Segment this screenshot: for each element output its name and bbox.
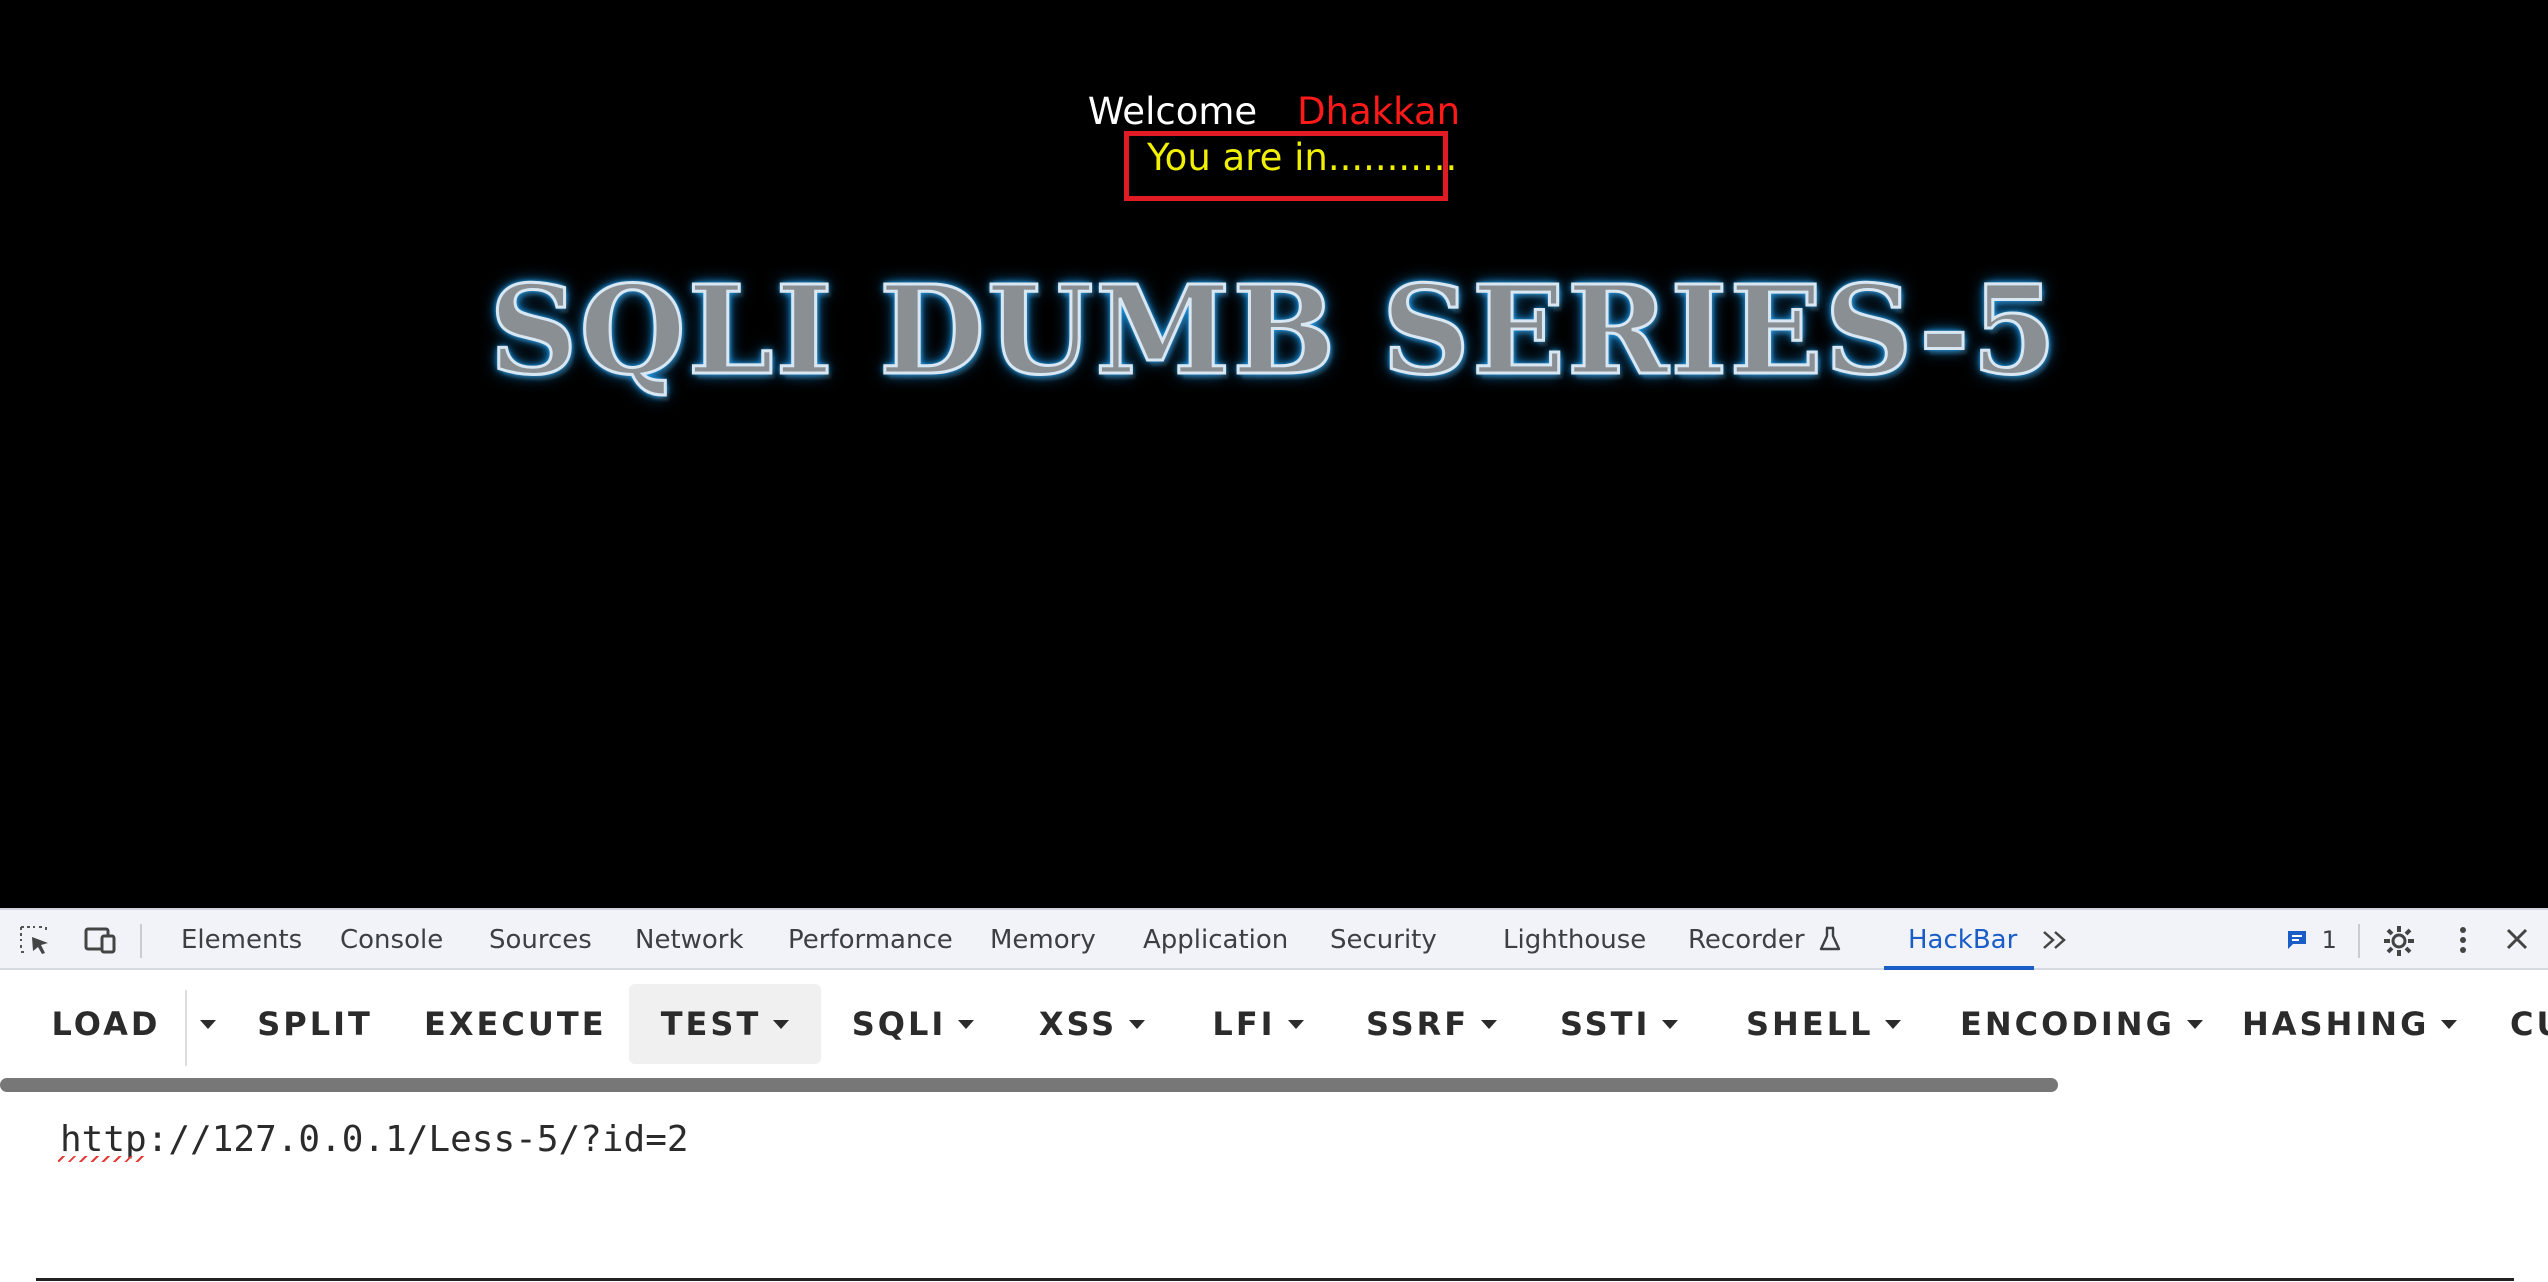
- shell-menu-button[interactable]: SHELL: [1746, 984, 1902, 1064]
- tab-sources[interactable]: Sources: [489, 910, 592, 970]
- devtools-panel: Elements Console Sources Network Perform…: [0, 908, 2548, 1282]
- caret-down-icon: [2441, 1019, 2458, 1029]
- encoding-menu-label: ENCODING: [1960, 1005, 2175, 1043]
- settings-gear-icon[interactable]: [2382, 924, 2416, 956]
- caret-down-icon: [1481, 1019, 1498, 1029]
- ssrf-menu-button[interactable]: SSRF: [1366, 984, 1498, 1064]
- more-tabs-chevron-icon[interactable]: [2038, 924, 2072, 956]
- login-message: You are in...........: [1147, 136, 1458, 179]
- toolbar-divider: [140, 924, 142, 958]
- toolbar-divider: [2358, 924, 2360, 958]
- caret-down-icon: [2186, 1019, 2203, 1029]
- tab-elements[interactable]: Elements: [181, 910, 302, 970]
- sqli-menu-label: SQLI: [851, 1005, 947, 1043]
- ssti-menu-label: SSTI: [1560, 1005, 1651, 1043]
- xss-menu-button[interactable]: XSS: [1036, 984, 1148, 1064]
- tab-recorder-label: Recorder: [1688, 925, 1805, 955]
- tab-performance[interactable]: Performance: [788, 910, 953, 970]
- kebab-menu-icon[interactable]: [2446, 924, 2480, 956]
- caret-down-icon: [1129, 1019, 1146, 1029]
- close-icon[interactable]: [2500, 924, 2534, 956]
- banner-title: SQLI DUMB SERIES-5: [488, 257, 2059, 404]
- tab-network[interactable]: Network: [635, 910, 744, 970]
- issues-count: 1: [2321, 926, 2337, 954]
- issues-badge[interactable]: 1: [2286, 924, 2337, 956]
- caret-down-icon: [1662, 1019, 1679, 1029]
- url-input[interactable]: [58, 1104, 2502, 1176]
- caret-down-icon: [773, 1019, 790, 1029]
- url-input-underline: [36, 1278, 2514, 1281]
- lfi-menu-button[interactable]: LFI: [1210, 984, 1306, 1064]
- split-button[interactable]: SPLIT: [252, 984, 378, 1064]
- tab-memory[interactable]: Memory: [990, 910, 1096, 970]
- welcome-label: Welcome: [1087, 90, 1258, 133]
- encoding-menu-button[interactable]: ENCODING: [1960, 984, 2203, 1064]
- device-toolbar-icon[interactable]: [82, 924, 116, 956]
- horizontal-scrollbar[interactable]: [0, 1078, 2058, 1092]
- xss-menu-label: XSS: [1038, 1005, 1118, 1043]
- flask-icon: [1819, 925, 1841, 955]
- tab-hackbar[interactable]: HackBar: [1908, 910, 2017, 970]
- execute-button[interactable]: EXECUTE: [424, 984, 606, 1064]
- load-dropdown-button[interactable]: [190, 984, 226, 1064]
- load-divider: [185, 990, 187, 1066]
- caret-down-icon: [958, 1019, 975, 1029]
- message-icon: [2286, 926, 2316, 954]
- caret-down-icon: [1287, 1019, 1304, 1029]
- caret-down-icon: [1885, 1019, 1902, 1029]
- devtools-toolbar: Elements Console Sources Network Perform…: [0, 908, 2548, 970]
- ssti-menu-button[interactable]: SSTI: [1560, 984, 1679, 1064]
- hashing-menu-button[interactable]: HASHING: [2242, 984, 2458, 1064]
- spellcheck-underline: [58, 1156, 144, 1162]
- test-menu-label: TEST: [660, 1005, 762, 1043]
- tab-recorder[interactable]: Recorder: [1688, 910, 1841, 970]
- hackbar-toolbar: LOAD SPLIT EXECUTE TEST SQLI XSS LFI SSR…: [0, 970, 2548, 1066]
- custom-menu-button[interactable]: CU: [2510, 984, 2548, 1064]
- tab-console[interactable]: Console: [340, 910, 443, 970]
- test-menu-button[interactable]: TEST: [629, 984, 821, 1064]
- caret-down-icon: [200, 1019, 216, 1029]
- load-button[interactable]: LOAD: [46, 984, 166, 1064]
- tab-lighthouse[interactable]: Lighthouse: [1503, 910, 1646, 970]
- shell-menu-label: SHELL: [1746, 1005, 1874, 1043]
- hashing-menu-label: HASHING: [2242, 1005, 2430, 1043]
- lfi-menu-label: LFI: [1212, 1005, 1276, 1043]
- welcome-line: Welcome Dhakkan: [0, 90, 2548, 133]
- inspect-element-icon[interactable]: [18, 924, 52, 956]
- user-name: Dhakkan: [1297, 90, 1461, 133]
- tab-security[interactable]: Security: [1330, 910, 1437, 970]
- tab-application[interactable]: Application: [1143, 910, 1288, 970]
- ssrf-menu-label: SSRF: [1366, 1005, 1470, 1043]
- web-page: Welcome Dhakkan You are in........... SQL…: [0, 0, 2548, 908]
- sqli-menu-button[interactable]: SQLI: [850, 984, 976, 1064]
